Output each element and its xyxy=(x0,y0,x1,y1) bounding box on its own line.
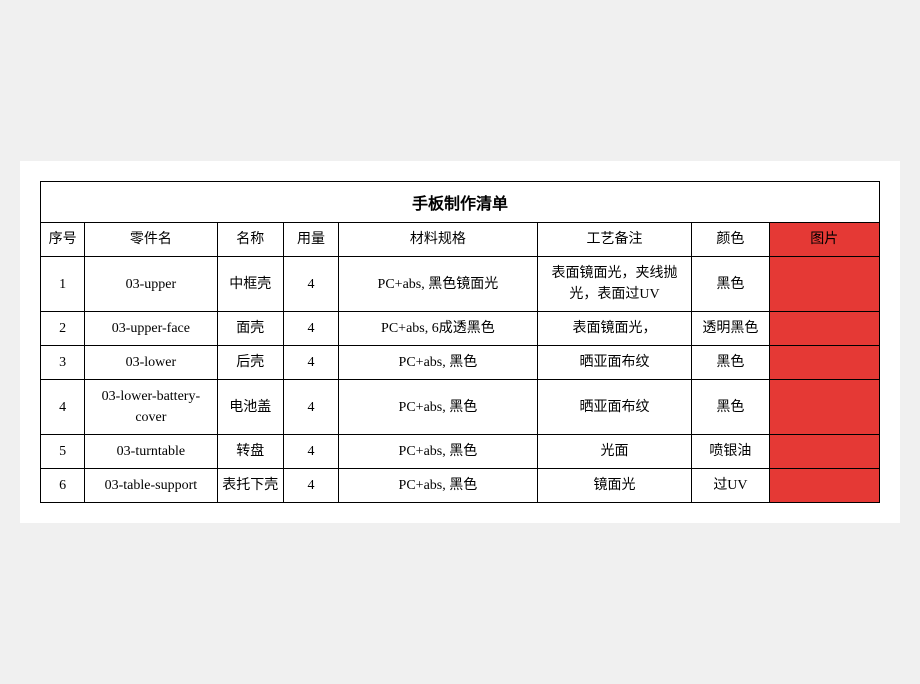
header-seq: 序号 xyxy=(41,223,85,257)
cell-seq: 1 xyxy=(41,257,85,312)
cell-part: 03-lower xyxy=(85,346,217,380)
cell-process: 光面 xyxy=(537,435,692,469)
cell-image xyxy=(769,435,879,469)
header-name: 名称 xyxy=(217,223,283,257)
cell-color: 黑色 xyxy=(692,380,769,435)
cell-part: 03-lower-battery-cover xyxy=(85,380,217,435)
table-row: 103-upper中框壳4PC+abs, 黑色镜面光表面镜面光，夹线抛光，表面过… xyxy=(41,257,880,312)
page-wrapper: 手板制作清单 序号 零件名 名称 用量 材料规格 工艺备注 颜色 图片 103-… xyxy=(20,161,900,523)
header-color: 颜色 xyxy=(692,223,769,257)
cell-spec: PC+abs, 黑色 xyxy=(339,435,538,469)
cell-part: 03-upper xyxy=(85,257,217,312)
cell-name: 电池盖 xyxy=(217,380,283,435)
cell-name: 中框壳 xyxy=(217,257,283,312)
cell-qty: 4 xyxy=(283,257,338,312)
table-row: 403-lower-battery-cover电池盖4PC+abs, 黑色晒亚面… xyxy=(41,380,880,435)
cell-process: 表面镜面光， xyxy=(537,312,692,346)
cell-qty: 4 xyxy=(283,312,338,346)
table-row: 203-upper-face面壳4PC+abs, 6成透黑色表面镜面光，透明黑色 xyxy=(41,312,880,346)
header-qty: 用量 xyxy=(283,223,338,257)
cell-seq: 4 xyxy=(41,380,85,435)
cell-qty: 4 xyxy=(283,435,338,469)
cell-color: 黑色 xyxy=(692,346,769,380)
table-row: 503-turntable转盘4PC+abs, 黑色光面喷银油 xyxy=(41,435,880,469)
cell-qty: 4 xyxy=(283,469,338,503)
cell-color: 透明黑色 xyxy=(692,312,769,346)
header-row: 序号 零件名 名称 用量 材料规格 工艺备注 颜色 图片 xyxy=(41,223,880,257)
cell-spec: PC+abs, 黑色镜面光 xyxy=(339,257,538,312)
cell-image xyxy=(769,469,879,503)
cell-seq: 6 xyxy=(41,469,85,503)
cell-name: 面壳 xyxy=(217,312,283,346)
cell-spec: PC+abs, 6成透黑色 xyxy=(339,312,538,346)
header-part: 零件名 xyxy=(85,223,217,257)
cell-name: 表托下壳 xyxy=(217,469,283,503)
cell-color: 黑色 xyxy=(692,257,769,312)
cell-process: 表面镜面光，夹线抛光，表面过UV xyxy=(537,257,692,312)
cell-process: 晒亚面布纹 xyxy=(537,380,692,435)
header-spec: 材料规格 xyxy=(339,223,538,257)
header-process: 工艺备注 xyxy=(537,223,692,257)
cell-spec: PC+abs, 黑色 xyxy=(339,346,538,380)
cell-name: 后壳 xyxy=(217,346,283,380)
cell-qty: 4 xyxy=(283,346,338,380)
cell-part: 03-upper-face xyxy=(85,312,217,346)
cell-spec: PC+abs, 黑色 xyxy=(339,469,538,503)
table-body: 103-upper中框壳4PC+abs, 黑色镜面光表面镜面光，夹线抛光，表面过… xyxy=(41,257,880,503)
cell-process: 镜面光 xyxy=(537,469,692,503)
table-title: 手板制作清单 xyxy=(40,181,880,222)
cell-part: 03-table-support xyxy=(85,469,217,503)
cell-image xyxy=(769,312,879,346)
cell-qty: 4 xyxy=(283,380,338,435)
main-table: 序号 零件名 名称 用量 材料规格 工艺备注 颜色 图片 103-upper中框… xyxy=(40,222,880,503)
cell-spec: PC+abs, 黑色 xyxy=(339,380,538,435)
cell-part: 03-turntable xyxy=(85,435,217,469)
cell-color: 过UV xyxy=(692,469,769,503)
cell-image xyxy=(769,380,879,435)
cell-seq: 5 xyxy=(41,435,85,469)
header-image: 图片 xyxy=(769,223,879,257)
cell-process: 晒亚面布纹 xyxy=(537,346,692,380)
cell-seq: 3 xyxy=(41,346,85,380)
cell-image xyxy=(769,346,879,380)
cell-seq: 2 xyxy=(41,312,85,346)
cell-name: 转盘 xyxy=(217,435,283,469)
cell-color: 喷银油 xyxy=(692,435,769,469)
table-row: 603-table-support表托下壳4PC+abs, 黑色镜面光过UV xyxy=(41,469,880,503)
cell-image xyxy=(769,257,879,312)
table-row: 303-lower后壳4PC+abs, 黑色晒亚面布纹黑色 xyxy=(41,346,880,380)
